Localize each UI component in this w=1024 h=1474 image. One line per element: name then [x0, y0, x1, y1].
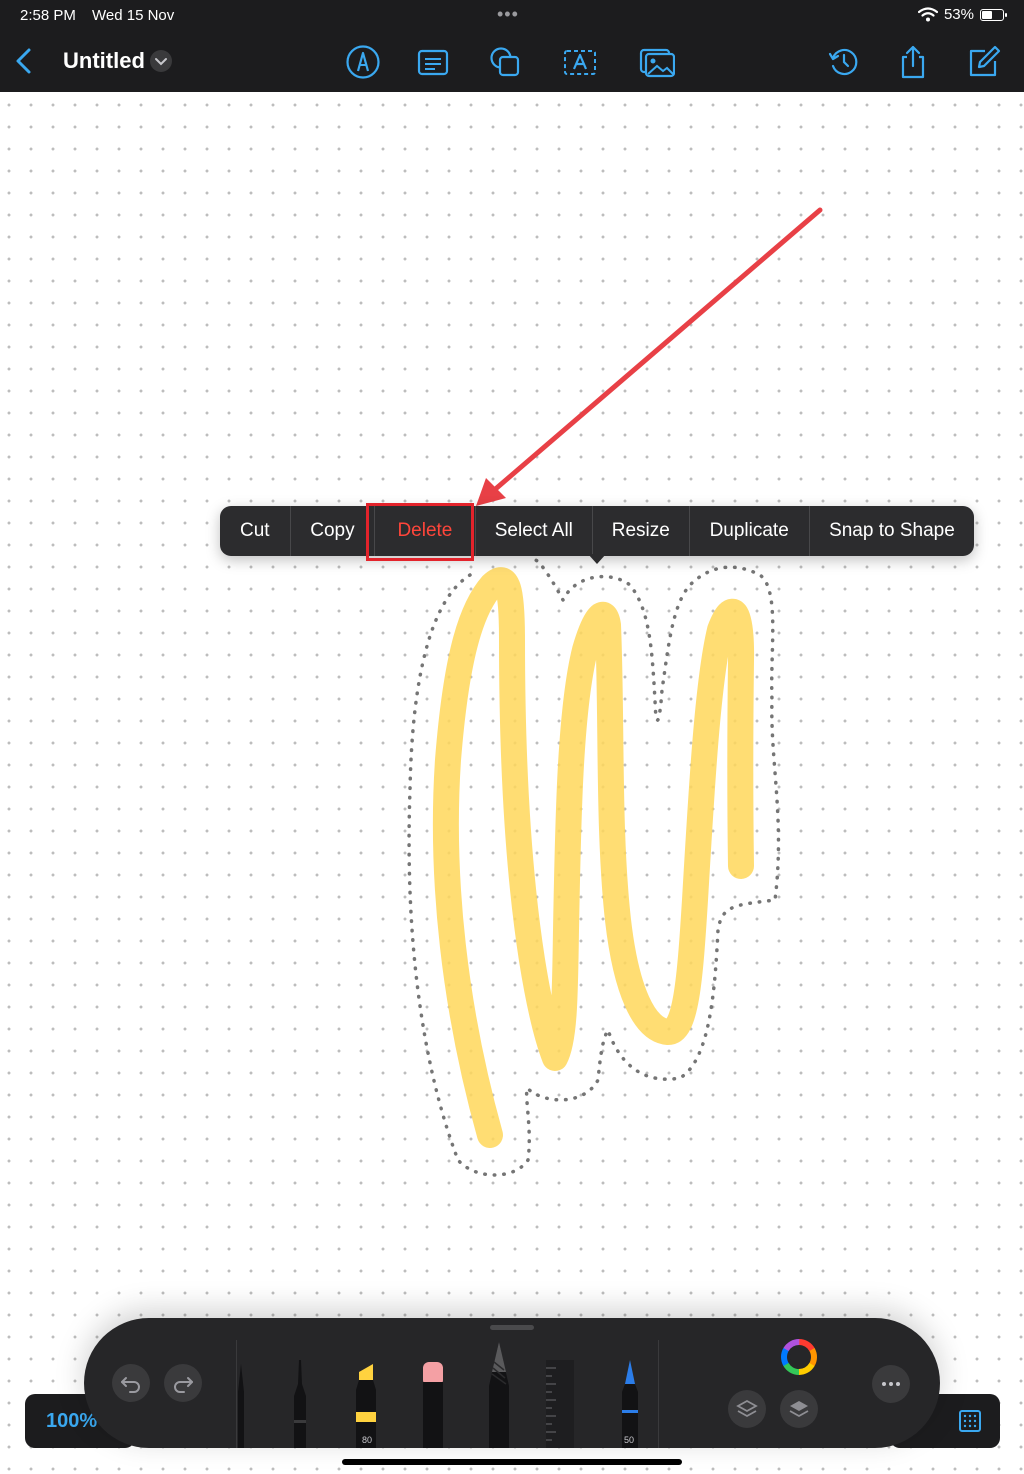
fineliner-tool-icon[interactable]: [288, 1356, 312, 1448]
menu-item-resize[interactable]: Resize: [593, 506, 690, 556]
layers-filled-icon: [789, 1401, 809, 1418]
color-wheel-icon[interactable]: [780, 1338, 818, 1376]
delete-highlight-box: [366, 503, 474, 561]
canvas[interactable]: [0, 0, 1024, 1474]
undo-icon: [121, 1377, 140, 1393]
context-menu-pointer: [588, 554, 606, 564]
pencil-tool-icon[interactable]: [486, 1340, 512, 1448]
zoom-level[interactable]: 100%: [46, 1410, 97, 1433]
menu-item-cut[interactable]: Cut: [220, 506, 291, 556]
menu-item-snap-to-shape[interactable]: Snap to Shape: [810, 506, 974, 556]
more-options-button[interactable]: [872, 1365, 910, 1403]
pen-size-label: 50: [624, 1435, 635, 1445]
pencil-thin-tool-icon[interactable]: [232, 1362, 254, 1448]
drawing-toolbar: 80 50: [84, 1318, 940, 1448]
context-menu: Cut Copy Delete Select All Resize Duplic…: [220, 506, 974, 556]
menu-item-duplicate[interactable]: Duplicate: [690, 506, 810, 556]
eraser-tool-icon[interactable]: [420, 1360, 446, 1448]
redo-icon: [174, 1377, 193, 1393]
undo-button[interactable]: [112, 1364, 150, 1402]
highlighter-size-label: 80: [362, 1435, 373, 1445]
layers-icon: [736, 1399, 758, 1418]
layers-up-button[interactable]: [780, 1390, 818, 1428]
grid-icon[interactable]: [958, 1409, 982, 1433]
ellipsis-icon: [882, 1382, 900, 1386]
menu-item-select-all[interactable]: Select All: [476, 506, 594, 556]
ruler-tool-icon[interactable]: [542, 1358, 578, 1448]
toolbar-grabber[interactable]: [490, 1325, 534, 1330]
menu-item-copy[interactable]: Copy: [291, 506, 376, 556]
redo-button[interactable]: [164, 1364, 202, 1402]
toolbar-divider: [658, 1340, 659, 1448]
layers-down-button[interactable]: [728, 1390, 766, 1428]
highlighter-stroke[interactable]: [432, 567, 755, 1148]
home-indicator[interactable]: [342, 1459, 682, 1465]
annotation-arrow: [476, 207, 823, 506]
